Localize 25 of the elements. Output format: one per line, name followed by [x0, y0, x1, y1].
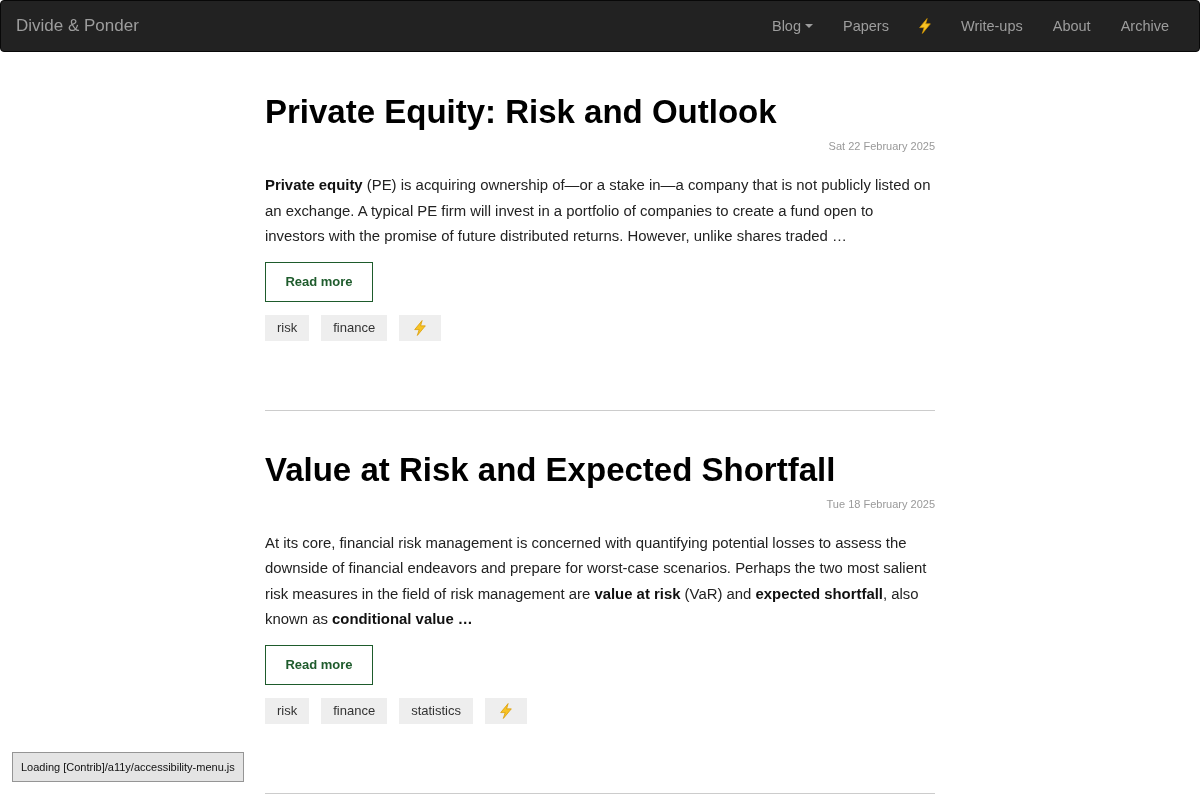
post-date: Tue 18 February 2025	[825, 496, 935, 511]
nav-link[interactable]: Archive	[1105, 1, 1184, 51]
tag-link[interactable]	[485, 697, 527, 724]
post-excerpt: Private equity (PE) is acquiring ownership of—or a stake in—a company that is not publicly listed on an exchange. A typical PE firm will invest in a portfolio of companies to create a fund open to investors with the promise of future distributed returns. However, unlike shares traded …	[265, 176, 932, 246]
lightning-icon	[500, 702, 512, 719]
nav-link[interactable]: Papers	[828, 1, 904, 51]
tag-link[interactable]: risk	[265, 697, 310, 724]
nav-link[interactable]: About	[1037, 1, 1106, 51]
tag-link[interactable]	[399, 314, 442, 341]
post-title-link[interactable]: Private Equity: Risk and Outlook	[265, 93, 935, 131]
tag-link[interactable]: finance	[321, 697, 388, 724]
tag-link[interactable]: finance	[321, 314, 388, 341]
lightning-icon	[918, 18, 931, 34]
site-title-link[interactable]: Divide & Ponder	[1, 1, 154, 51]
loading-message: Loading [Contrib]/a11y/accessibility-menu.js	[12, 752, 244, 782]
post-title-link[interactable]: Value at Risk and Expected Shortfall	[265, 450, 935, 489]
tag-link[interactable]: statistics	[399, 697, 473, 724]
nav-link[interactable]: Blog	[756, 1, 828, 51]
nav-link[interactable]: Write-ups	[945, 1, 1038, 51]
read-more-button[interactable]: Read more	[265, 261, 373, 302]
post-excerpt: At its core, financial risk management is concerned with quantifying potential losses to assess the downside of financial endeavors and prepare for worst-case scenarios. Perhaps the two most salient risk measures in the field of risk management are value at risk (VaR) and expected shortfall, also known as conditional value …	[265, 533, 928, 629]
lightning-icon	[414, 319, 427, 336]
post-date: Sat 22 February 2025	[827, 139, 935, 153]
tag-link[interactable]: risk	[265, 314, 310, 341]
read-more-button[interactable]: Read more	[265, 644, 373, 685]
